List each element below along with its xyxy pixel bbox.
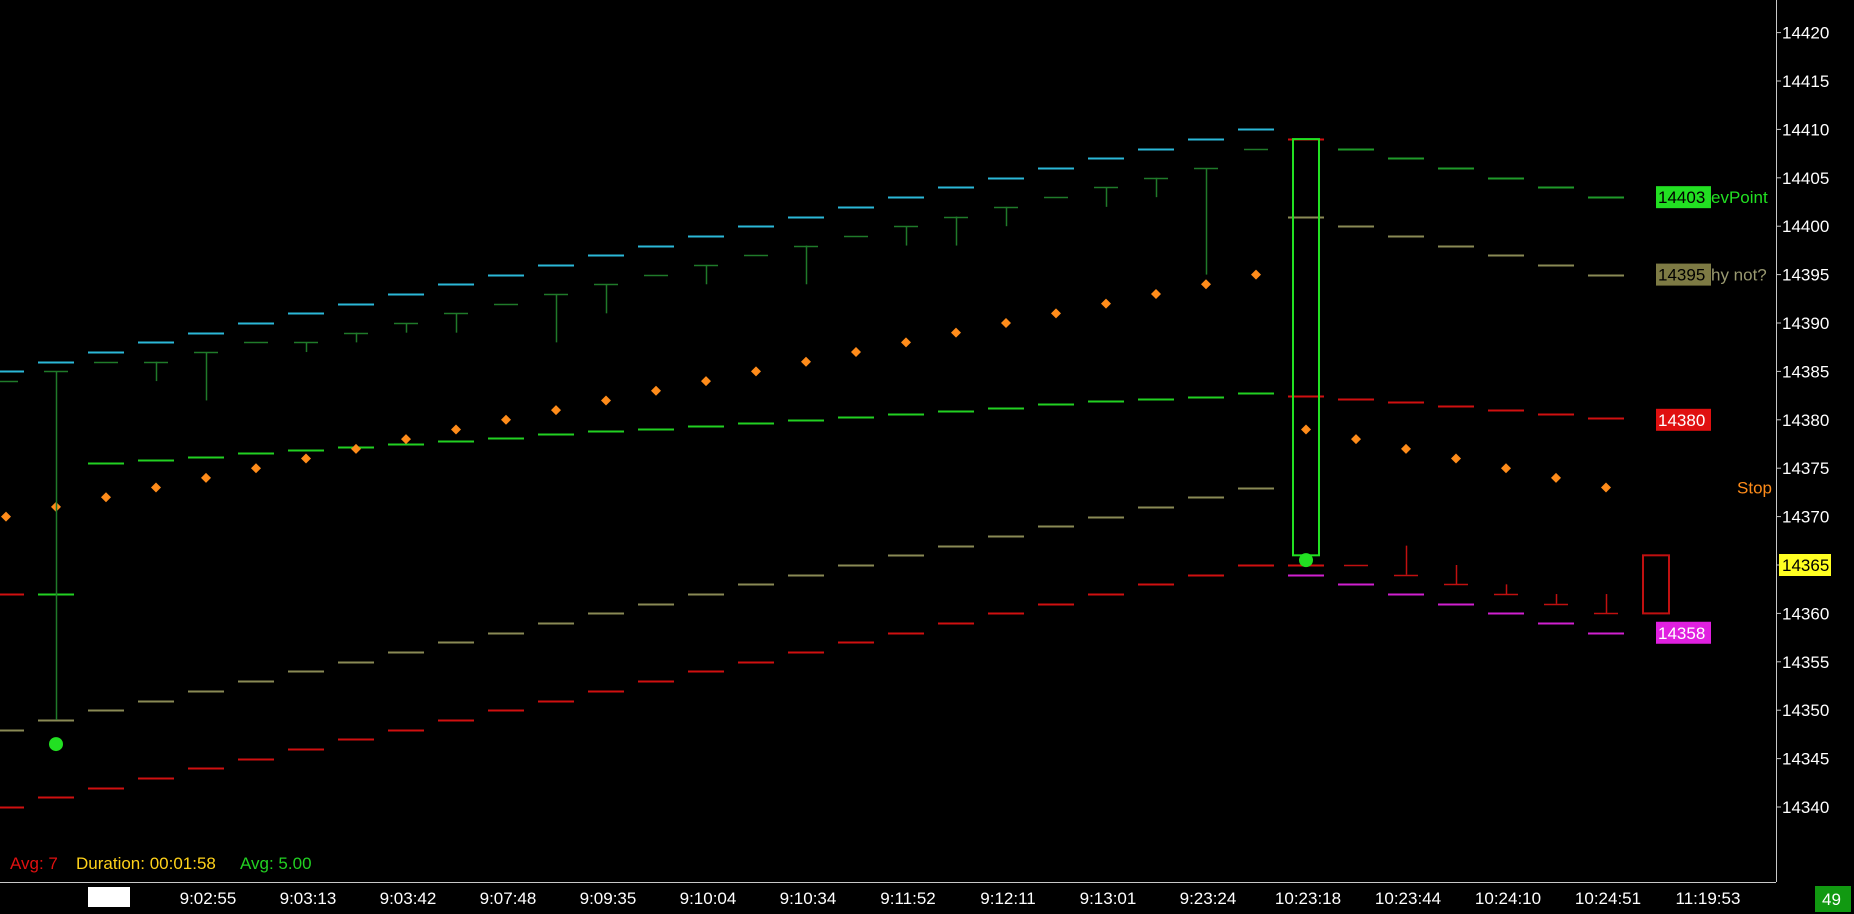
x-label-2: 9:03:13 bbox=[280, 889, 337, 908]
y-tick-label-14400: 14400 bbox=[1782, 217, 1829, 236]
x-label-16: 11:19:53 bbox=[1676, 889, 1741, 908]
price-tag-label-4: 14358 bbox=[1658, 624, 1705, 643]
price-chart[interactable]: 14403 evPoint 14395 hy not? 14380 Stop 14358 1… bbox=[0, 0, 1854, 914]
x-label-4: 9:07:48 bbox=[480, 889, 537, 908]
price-tag-label-2: 14380 bbox=[1658, 411, 1705, 430]
signal-dot-0 bbox=[49, 737, 63, 752]
x-label-7: 9:10:34 bbox=[780, 889, 837, 908]
x-label-3: 9:03:42 bbox=[380, 889, 437, 908]
y-tick-label-14345: 14345 bbox=[1782, 750, 1829, 769]
x-label-8: 9:11:52 bbox=[880, 889, 935, 908]
signal-dot-1 bbox=[1299, 553, 1313, 568]
y-tick-label-14380: 14380 bbox=[1782, 411, 1829, 430]
y-tick-label-14395: 14395 bbox=[1782, 266, 1829, 285]
x-label-13: 10:23:44 bbox=[1375, 889, 1441, 908]
y-tick-label-14410: 14410 bbox=[1782, 120, 1829, 139]
price-tag-text-3: Stop bbox=[1737, 479, 1772, 498]
chart-background bbox=[0, 0, 1854, 914]
x-label-1: 9:02:55 bbox=[180, 889, 237, 908]
y-tick-label-14370: 14370 bbox=[1782, 508, 1829, 527]
price-tag-text-1: hy not? bbox=[1711, 266, 1767, 285]
x-label-15: 10:24:51 bbox=[1575, 889, 1641, 908]
y-tick-label-14420: 14420 bbox=[1782, 24, 1829, 43]
y-tick-label-14415: 14415 bbox=[1782, 72, 1829, 91]
y-tick-label-14405: 14405 bbox=[1782, 169, 1829, 188]
stat-avg-left: Avg: 7 bbox=[10, 854, 58, 873]
x-label-11: 9:23:24 bbox=[1180, 889, 1237, 908]
stat-avg-right: Avg: 5.00 bbox=[240, 854, 312, 873]
x-label-6: 9:10:04 bbox=[680, 889, 737, 908]
price-tag-label-0: 14403 bbox=[1658, 188, 1705, 207]
x-label-0: 3-12 bbox=[91, 889, 125, 908]
y-tick-label-14340: 14340 bbox=[1782, 798, 1829, 817]
price-tag-text-0: evPoint bbox=[1711, 188, 1768, 207]
y-tick-label-14390: 14390 bbox=[1782, 314, 1829, 333]
y-tick-label-14375: 14375 bbox=[1782, 459, 1829, 478]
x-label-9: 9:12:11 bbox=[980, 889, 1035, 908]
y-tick-label-14360: 14360 bbox=[1782, 604, 1829, 623]
y-tick-label-14355: 14355 bbox=[1782, 653, 1829, 672]
current-price-tag-label: 14365 bbox=[1782, 556, 1829, 575]
x-axis: 3-12 9:02:55 9:03:13 9:03:42 9:07:48 9:09:35 9… bbox=[88, 887, 1740, 908]
stat-duration: Duration: 00:01:58 bbox=[76, 854, 216, 873]
x-label-5: 9:09:35 bbox=[580, 889, 637, 908]
y-tick-label-14350: 14350 bbox=[1782, 701, 1829, 720]
corner-badge-label: 49 bbox=[1822, 890, 1841, 909]
price-tag-label-1: 14395 bbox=[1658, 266, 1705, 285]
x-label-12: 10:23:18 bbox=[1275, 889, 1341, 908]
y-tick-label-14385: 14385 bbox=[1782, 362, 1829, 381]
x-label-10: 9:13:01 bbox=[1080, 889, 1137, 908]
x-label-14: 10:24:10 bbox=[1475, 889, 1541, 908]
